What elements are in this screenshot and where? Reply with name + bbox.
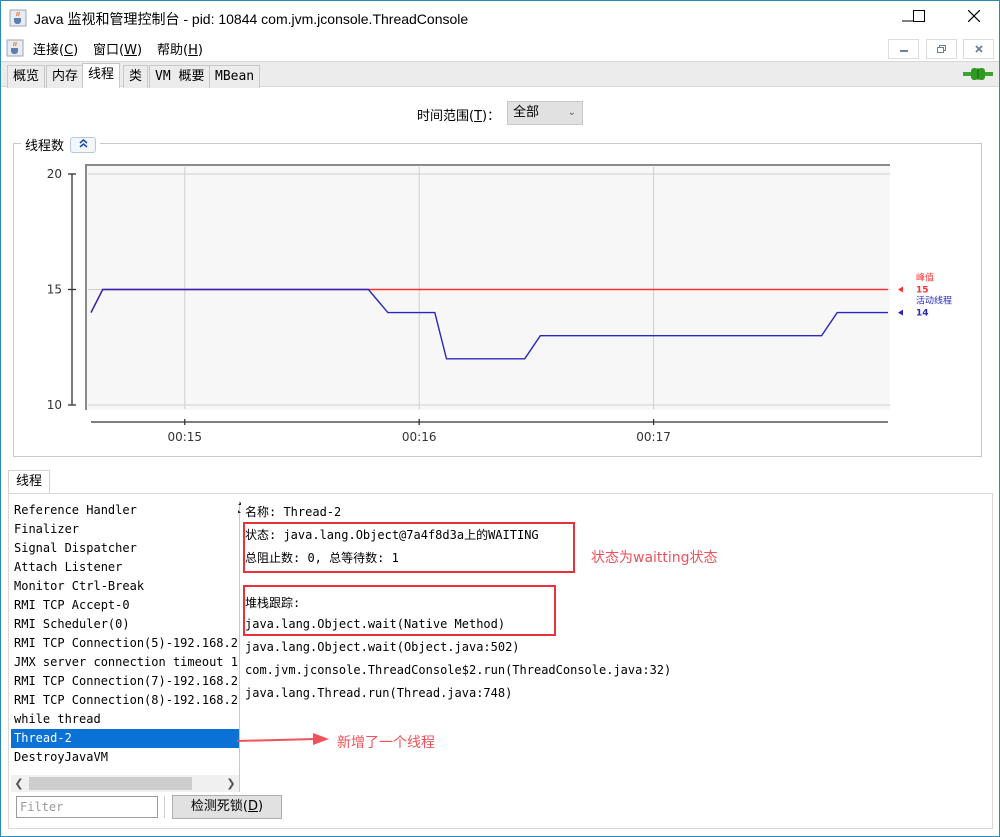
thread-list-item[interactable]: while thread	[11, 710, 239, 729]
thread-list-item[interactable]: Monitor Ctrl-Break	[11, 577, 239, 596]
legend-marker-icon	[898, 286, 903, 293]
plot-background	[86, 165, 890, 410]
new-thread-annotation: 新增了一个线程	[337, 735, 435, 751]
stack-frame: com.jvm.jconsole.ThreadConsole$2.run(Thr…	[245, 663, 672, 677]
thread-list-item[interactable]: RMI TCP Connection(7)-192.168.2	[11, 672, 239, 691]
legend-marker-icon	[898, 309, 903, 316]
stack-frame: java.lang.Object.wait(Object.java:502)	[245, 640, 520, 654]
legend-value: 14	[916, 309, 929, 319]
divider	[164, 796, 165, 818]
thread-list-item[interactable]: RMI TCP Connection(5)-192.168.2	[11, 634, 239, 653]
thread-list-item[interactable]: RMI TCP Connection(8)-192.168.2	[11, 691, 239, 710]
state-highlight-box	[243, 522, 575, 573]
thread-list-item[interactable]: Signal Dispatcher	[11, 539, 239, 558]
thread-count-chart: 101520 00:15 00:16 00:17 峰值15活动线程14	[47, 164, 952, 444]
y-tick-label: 10	[47, 398, 62, 412]
thread-list-item[interactable]: JMX server connection timeout 1	[11, 653, 239, 672]
stack-highlight-box	[243, 585, 556, 636]
legend-name: 峰值	[916, 272, 934, 284]
jconsole-window: Java 监视和管理控制台 - pid: 10844 com.jvm.jcons…	[0, 0, 1000, 837]
x-tick-label: 00:17	[636, 430, 671, 444]
chevron-right-icon[interactable]: ❯	[223, 775, 239, 792]
scrollbar-thumb[interactable]	[29, 777, 192, 790]
y-tick-label: 20	[47, 167, 62, 181]
thread-list-hscrollbar[interactable]: ❮ ❯	[11, 775, 239, 792]
thread-list-item[interactable]: Finalizer	[11, 520, 239, 539]
legend-name: 活动线程	[916, 295, 952, 307]
state-annotation: 状态为waitting状态	[591, 550, 718, 566]
x-tick-label: 00:16	[402, 430, 437, 444]
detect-deadlock-button[interactable]: 检测死锁(D)	[172, 795, 282, 819]
legend-value: 15	[916, 286, 929, 296]
thread-list-item[interactable]: RMI TCP Accept-0	[11, 596, 239, 615]
thread-list-item[interactable]: RMI Scheduler(0)	[11, 615, 239, 634]
y-tick-label: 15	[47, 283, 62, 297]
tab-threads-list[interactable]: 线程	[8, 470, 50, 494]
chevron-left-icon[interactable]: ❮	[11, 775, 27, 792]
thread-name: 名称: Thread-2	[245, 505, 342, 519]
x-tick-label: 00:15	[167, 430, 202, 444]
thread-list[interactable]: Reference Handler Finalizer Signal Dispatc…	[11, 501, 239, 773]
thread-list-item[interactable]: Reference Handler	[11, 501, 239, 520]
thread-list-item[interactable]: Thread-2	[11, 729, 239, 748]
thread-list-item[interactable]: Attach Listener	[11, 558, 239, 577]
thread-filter-input[interactable]: Filter	[16, 796, 158, 818]
thread-list-item[interactable]: DestroyJavaVM	[11, 748, 239, 767]
stack-frame: java.lang.Thread.run(Thread.java:748)	[245, 686, 513, 700]
annotation-arrow-icon	[237, 733, 329, 745]
